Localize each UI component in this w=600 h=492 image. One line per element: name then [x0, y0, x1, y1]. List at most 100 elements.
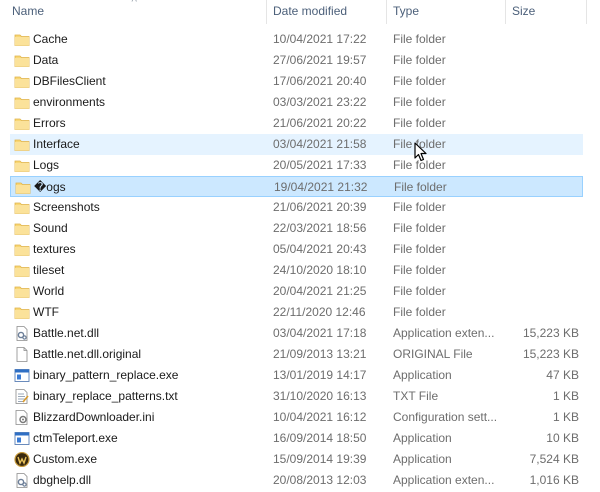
- item-name: Cache: [33, 32, 68, 46]
- item-type: File folder: [393, 221, 446, 235]
- exe-file-icon: [14, 368, 30, 383]
- column-header-size[interactable]: Size: [506, 0, 586, 24]
- item-type: File folder: [393, 242, 446, 256]
- item-date-modified: 27/06/2021 19:57: [273, 53, 367, 67]
- item-type: Application: [393, 452, 452, 466]
- item-type: File folder: [394, 180, 447, 194]
- file-row[interactable]: dbghelp.dll 20/08/2013 12:03 Application e…: [10, 470, 583, 491]
- item-date-modified: 20/08/2013 12:03: [273, 473, 367, 487]
- folder-icon: [14, 53, 30, 68]
- folder-icon: [14, 200, 30, 215]
- item-name: Custom.exe: [33, 452, 98, 466]
- item-date-modified: 31/10/2020 16:13: [273, 389, 367, 403]
- item-size: [512, 302, 579, 323]
- item-size: 1 KB: [552, 410, 579, 424]
- folder-row[interactable]: Cache 10/04/2021 17:22 File folder: [10, 29, 583, 50]
- item-name: BlizzardDownloader.ini: [33, 410, 155, 424]
- item-date-modified: 24/10/2020 18:10: [273, 263, 367, 277]
- folder-icon: [14, 116, 30, 131]
- item-date-modified: 03/04/2021 21:58: [273, 137, 367, 151]
- folder-icon: [14, 284, 30, 299]
- folder-row[interactable]: Screenshots 21/06/2021 20:39 File folder: [10, 197, 583, 218]
- column-header-type[interactable]: Type: [387, 0, 505, 24]
- file-row[interactable]: ctmTeleport.exe 16/09/2014 18:50 Applicati…: [10, 428, 583, 449]
- item-name: DBFilesClient: [33, 74, 106, 88]
- wow-logo-icon: [14, 452, 30, 467]
- folder-row[interactable]: environments 03/03/2021 23:22 File folder: [10, 92, 583, 113]
- item-type: Application: [393, 368, 452, 382]
- file-row[interactable]: Custom.exe 15/09/2014 19:39 Application 7,5…: [10, 449, 583, 470]
- item-date-modified: 21/06/2021 20:22: [273, 116, 367, 130]
- item-type: ORIGINAL File: [393, 347, 473, 361]
- folder-icon: [14, 242, 30, 257]
- item-date-modified: 20/05/2021 17:33: [273, 158, 367, 172]
- item-type: File folder: [393, 305, 446, 319]
- item-type: File folder: [393, 158, 446, 172]
- item-type: File folder: [393, 137, 446, 151]
- column-header-date-modified[interactable]: Date modified: [267, 0, 385, 24]
- item-name: Screenshots: [33, 200, 100, 214]
- item-size: [512, 29, 579, 50]
- item-date-modified: 22/03/2021 18:56: [273, 221, 367, 235]
- column-header-name[interactable]: Name: [6, 0, 265, 24]
- item-type: Application: [393, 431, 452, 445]
- item-date-modified: 05/04/2021 20:43: [273, 242, 367, 256]
- item-name: ctmTeleport.exe: [33, 431, 118, 445]
- item-name: binary_replace_patterns.txt: [33, 389, 178, 403]
- item-type: File folder: [393, 74, 446, 88]
- folder-icon: [15, 180, 31, 195]
- folder-row[interactable]: tileset 24/10/2020 18:10 File folder: [10, 260, 583, 281]
- dll-file-icon: [14, 473, 30, 488]
- folder-row[interactable]: Logs 20/05/2021 17:33 File folder: [10, 155, 583, 176]
- item-size: [512, 50, 579, 71]
- item-size: [512, 281, 579, 302]
- item-name: Battle.net.dll: [33, 326, 100, 340]
- item-size: [512, 260, 579, 281]
- column-divider[interactable]: [586, 0, 587, 24]
- item-type: TXT File: [393, 389, 439, 403]
- folder-row[interactable]: Errors 21/06/2021 20:22 File folder: [10, 113, 583, 134]
- folder-icon: [14, 74, 30, 89]
- item-name: dbghelp.dll: [33, 473, 92, 487]
- item-type: File folder: [393, 32, 446, 46]
- file-row[interactable]: binary_pattern_replace.exe 13/01/2019 14:…: [10, 365, 583, 386]
- item-name: Interface: [33, 137, 80, 151]
- item-date-modified: 03/03/2021 23:22: [273, 95, 367, 109]
- item-size: [512, 218, 579, 239]
- item-name: World: [33, 284, 65, 298]
- file-row[interactable]: Battle.net.dll 03/04/2021 17:18 Applicatio…: [10, 323, 583, 344]
- item-size: 7,524 KB: [529, 452, 579, 466]
- item-name: Data: [33, 53, 59, 67]
- item-size: 15,223 KB: [522, 326, 579, 340]
- item-name: Logs: [33, 158, 60, 172]
- item-date-modified: 15/09/2014 19:39: [273, 452, 367, 466]
- item-size: 15,223 KB: [522, 347, 579, 361]
- file-row[interactable]: Battle.net.dll.original 21/09/2013 13:21 O…: [10, 344, 583, 365]
- folder-row[interactable]: World 20/04/2021 21:25 File folder: [10, 281, 583, 302]
- folder-row[interactable]: DBFilesClient 17/06/2021 20:40 File folder: [10, 71, 583, 92]
- folder-row[interactable]: Data 27/06/2021 19:57 File folder: [10, 50, 583, 71]
- item-type: File folder: [393, 95, 446, 109]
- item-date-modified: 13/01/2019 14:17: [273, 368, 367, 382]
- item-date-modified: 10/04/2021 16:12: [273, 410, 367, 424]
- item-type: File folder: [393, 200, 446, 214]
- folder-row[interactable]: �ogs 19/04/2021 21:32 File folder: [10, 176, 583, 197]
- folder-icon: [14, 32, 30, 47]
- folder-row[interactable]: WTF 22/11/2020 12:46 File folder: [10, 302, 583, 323]
- item-name: textures: [33, 242, 76, 256]
- folder-row[interactable]: Interface 03/04/2021 21:58 File folder: [10, 134, 583, 155]
- folder-icon: [14, 221, 30, 236]
- file-row[interactable]: binary_replace_patterns.txt 31/10/2020 16…: [10, 386, 583, 407]
- dll-file-icon: [14, 326, 30, 341]
- item-type: File folder: [393, 284, 446, 298]
- file-row[interactable]: BlizzardDownloader.ini 10/04/2021 16:12 Co…: [10, 407, 583, 428]
- item-date-modified: 20/04/2021 21:25: [273, 284, 367, 298]
- item-size: [512, 155, 579, 176]
- item-type: File folder: [393, 263, 446, 277]
- item-type: Application exten...: [393, 326, 495, 340]
- folder-icon: [14, 137, 30, 152]
- folder-row[interactable]: textures 05/04/2021 20:43 File folder: [10, 239, 583, 260]
- folder-row[interactable]: Sound 22/03/2021 18:56 File folder: [10, 218, 583, 239]
- item-type: File folder: [393, 53, 446, 67]
- item-name: environments: [33, 95, 106, 109]
